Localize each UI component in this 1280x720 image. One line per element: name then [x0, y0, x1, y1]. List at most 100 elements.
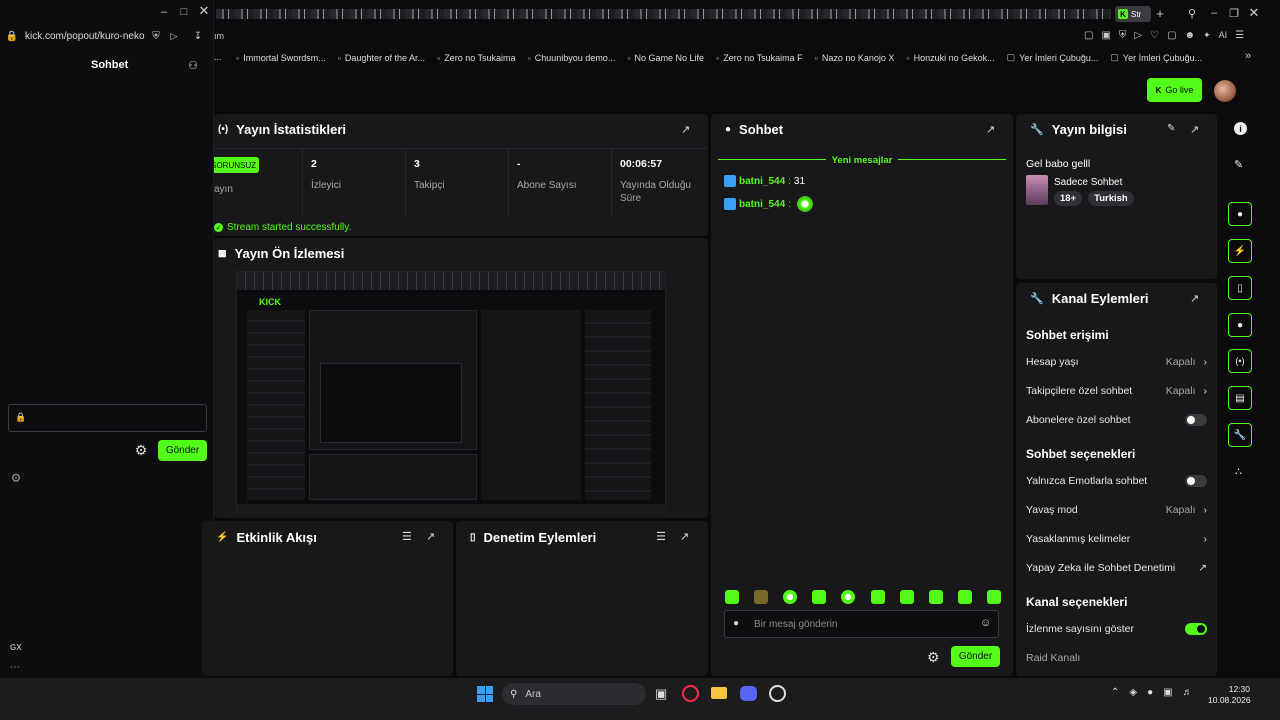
chat-username[interactable]: batni_544 — [739, 176, 785, 187]
display-icon[interactable]: ▣ — [1163, 687, 1172, 698]
rail-bolt-button[interactable]: ⚡ — [1228, 239, 1252, 263]
rail-wrench-button[interactable]: 🔧 — [1228, 423, 1252, 447]
bookmark-item[interactable]: ▢ Yer İmleri Çubuğu... — [1007, 52, 1099, 63]
screenshot-icon[interactable]: ▢ — [1084, 30, 1093, 41]
more-icon[interactable]: ⋯ — [10, 662, 20, 673]
popout-chat-input[interactable]: 🔒 — [8, 404, 207, 432]
popout-icon[interactable]: ↗ — [680, 530, 689, 543]
chat-username[interactable]: batni_544 — [739, 199, 785, 210]
opera-gx-icon[interactable] — [682, 685, 699, 702]
emote-icon[interactable] — [899, 590, 914, 604]
emote-icon[interactable]: ● — [733, 618, 739, 629]
users-settings-icon[interactable]: ⚇ — [186, 58, 200, 72]
app-icon[interactable] — [769, 685, 786, 702]
bookmark-item[interactable]: ▫ Immortal Swordsm... — [236, 52, 326, 63]
emote-icon[interactable] — [812, 590, 827, 604]
gear-icon[interactable]: ⚙ — [134, 442, 148, 458]
preview-video[interactable]: KICK — [236, 271, 667, 514]
microphone-icon[interactable]: ● — [1147, 687, 1153, 698]
restore-icon[interactable]: ❐ — [1228, 7, 1240, 20]
rail-document-button[interactable]: ▯ — [1228, 276, 1252, 300]
play-icon[interactable]: ▷ — [168, 30, 180, 42]
address-fragment[interactable]: ım — [214, 31, 224, 41]
play-icon[interactable]: ▷ — [1134, 30, 1142, 41]
avatar[interactable] — [1214, 80, 1236, 102]
popout-send-button[interactable]: Gönder — [158, 440, 207, 461]
download-icon[interactable]: ↧ — [192, 30, 204, 42]
rail-broadcast-button[interactable]: (•) — [1228, 349, 1252, 373]
emote-icon[interactable] — [986, 590, 1001, 604]
emote-icon[interactable] — [754, 590, 769, 604]
filter-icon[interactable]: ☰ — [656, 530, 666, 543]
edit-icon[interactable]: ✎ — [1167, 123, 1175, 134]
chat-input[interactable]: ● Bir mesaj gönderin ☺ — [724, 610, 999, 638]
ai-moderation-row[interactable]: Yapay Zeka ile Sohbet Denetimi ↗ — [1026, 562, 1207, 574]
tag-pill[interactable]: Turkish — [1088, 191, 1134, 206]
camera-icon[interactable]: ▣ — [1101, 30, 1110, 41]
start-icon[interactable] — [477, 686, 493, 702]
emote-icon[interactable] — [957, 590, 972, 604]
minimize-icon[interactable]: – — [158, 6, 170, 18]
popout-icon[interactable]: ↗ — [681, 123, 690, 136]
clock[interactable]: 12:30 10.08.2026 — [1208, 684, 1251, 706]
chevron-up-icon[interactable]: ⌃ — [1111, 687, 1119, 698]
bookmark-item[interactable]: ▫ Zero no Tsukaima F — [716, 52, 803, 63]
popout-icon[interactable]: ↗ — [1190, 292, 1199, 305]
volume-icon[interactable]: ♬ — [1183, 687, 1193, 698]
address-text[interactable]: kick.com/popout/kuro-neko — [25, 31, 145, 42]
taskbar-search[interactable]: ⚲ Ara — [502, 683, 646, 705]
banned-words-row[interactable]: Yasaklanmış kelimeler › — [1026, 533, 1207, 545]
show-viewcount-toggle[interactable] — [1185, 623, 1207, 635]
rail-layout-button[interactable]: ▤ — [1228, 386, 1252, 410]
maximize-icon[interactable]: □ — [178, 6, 190, 18]
popout-icon[interactable]: ↗ — [1190, 123, 1199, 136]
emote-icon[interactable] — [928, 590, 943, 604]
translate-icon[interactable]: ✦ — [1203, 30, 1211, 41]
settings-hex-icon[interactable]: ⚙ — [9, 471, 23, 485]
rail-camera-button[interactable]: ● — [1228, 202, 1252, 226]
bookmark-item[interactable]: ▫ No Game No Life — [627, 52, 704, 63]
emote-icon[interactable] — [783, 590, 798, 604]
heart-icon[interactable]: ♡ — [1150, 30, 1159, 41]
slow-mode-row[interactable]: Yavaş mod Kapalı › — [1026, 504, 1207, 516]
emote-icon[interactable] — [841, 590, 856, 604]
close-icon[interactable]: ✕ — [1248, 5, 1260, 20]
rail-chat-button[interactable]: ● — [1228, 313, 1252, 337]
bookmark-item[interactable]: ▫ Daughter of the Ar... — [338, 52, 425, 63]
popout-icon[interactable]: ↗ — [426, 530, 435, 543]
tag-pill[interactable]: 18+ — [1054, 191, 1083, 206]
cube-icon[interactable]: ▢ — [1167, 30, 1176, 41]
task-view-icon[interactable]: ▣ — [655, 686, 667, 702]
grid-dots-icon[interactable]: ∴ — [1235, 465, 1242, 478]
active-tab[interactable]: K Str — [1115, 6, 1151, 22]
go-live-button[interactable]: K Go live — [1147, 78, 1202, 102]
chat-send-button[interactable]: Gönder — [951, 646, 1000, 667]
emote-icon[interactable] — [725, 590, 739, 604]
bookmark-more-icon[interactable]: » — [1245, 50, 1251, 62]
close-icon[interactable]: ✕ — [198, 3, 210, 18]
pencil-icon[interactable]: ✎ — [1234, 158, 1243, 171]
new-tab-icon[interactable]: + — [1154, 6, 1166, 21]
subscribers-only-toggle[interactable] — [1185, 414, 1207, 426]
discord-icon[interactable] — [740, 686, 757, 701]
bookmark-overflow[interactable]: ... — [214, 52, 222, 62]
tab-thumbnails[interactable] — [216, 9, 1111, 19]
ai-label[interactable]: AI — [1219, 30, 1228, 41]
popout-icon[interactable]: ↗ — [986, 123, 995, 136]
bookmark-item[interactable]: ▫ Zero no Tsukaima — [437, 52, 516, 63]
network-off-icon[interactable]: ◈ — [1129, 687, 1137, 698]
info-icon[interactable]: i — [1234, 122, 1247, 135]
filter-icon[interactable]: ☰ — [402, 530, 412, 543]
minimize-icon[interactable]: – — [1208, 7, 1220, 19]
bookmark-item[interactable]: ▢ Yer İmleri Çubuğu... — [1110, 52, 1202, 63]
menu-icon[interactable]: ☰ — [1235, 30, 1244, 41]
account-age-row[interactable]: Hesap yaşı Kapalı › — [1026, 356, 1207, 368]
gear-icon[interactable]: ⚙ — [927, 649, 940, 666]
category-name[interactable]: Sadece Sohbet — [1054, 177, 1122, 188]
emote-icon[interactable] — [870, 590, 885, 604]
emotes-only-toggle[interactable] — [1185, 475, 1207, 487]
raid-channel-row[interactable]: Raid Kanalı — [1026, 652, 1207, 664]
bookmark-item[interactable]: ▫ Honzuki no Gekok... — [906, 52, 994, 63]
smiley-icon[interactable]: ☺ — [980, 617, 991, 629]
search-icon[interactable]: ⚲ — [1186, 7, 1198, 20]
